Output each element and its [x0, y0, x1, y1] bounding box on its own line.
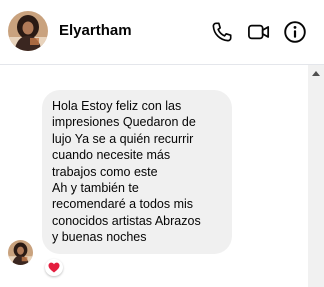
- message-reaction[interactable]: [45, 259, 63, 276]
- contact-avatar[interactable]: [8, 11, 48, 51]
- conversation-info-button[interactable]: [281, 18, 309, 46]
- scrollbar-track[interactable]: [308, 65, 324, 287]
- heart-icon: [48, 262, 60, 273]
- sender-avatar[interactable]: [8, 240, 33, 265]
- phone-call-button[interactable]: [208, 18, 236, 46]
- profile-photo-icon: [8, 11, 48, 51]
- phone-icon: [212, 22, 232, 42]
- incoming-message-bubble[interactable]: Hola Estoy feliz con las impresiones Que…: [42, 90, 232, 254]
- scroll-up-arrow[interactable]: [308, 65, 324, 81]
- chevron-up-icon: [312, 70, 320, 76]
- info-icon: [284, 21, 306, 43]
- video-camera-icon: [248, 24, 270, 40]
- video-call-button[interactable]: [245, 18, 273, 46]
- profile-photo-icon: [8, 240, 33, 265]
- chat-header: Elyartham: [0, 0, 324, 65]
- contact-name[interactable]: Elyartham: [59, 22, 132, 39]
